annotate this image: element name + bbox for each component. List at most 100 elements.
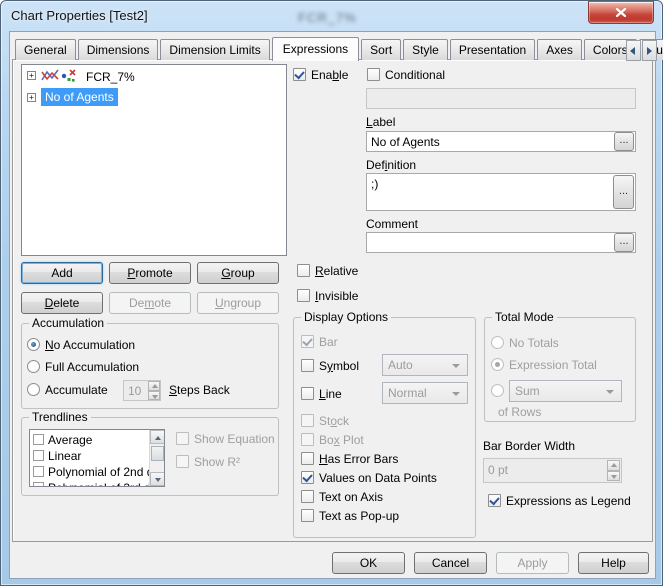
- tab-style[interactable]: Style: [403, 39, 448, 60]
- text-on-axis-checkbox[interactable]: [301, 490, 314, 503]
- spin-down-icon[interactable]: [148, 390, 160, 400]
- chart-properties-dialog: Chart Properties [Test2] FCR_7% General …: [0, 0, 663, 586]
- box-plot-label: Box Plot: [319, 433, 364, 447]
- close-button[interactable]: [588, 1, 654, 24]
- function-total-radio: [491, 384, 504, 397]
- no-totals-radio: [491, 336, 504, 349]
- expressions-as-legend-checkbox[interactable]: [488, 494, 501, 507]
- label-browse-button[interactable]: ...: [614, 132, 634, 151]
- chevron-right-icon: [647, 47, 652, 55]
- trendline-item[interactable]: Polynomial of 3rd d: [48, 481, 163, 486]
- no-accumulation-label: No Accumulation: [45, 338, 136, 352]
- text-as-popup-checkbox[interactable]: [301, 509, 314, 522]
- has-error-bars-checkbox[interactable]: [301, 452, 314, 465]
- tab-axes[interactable]: Axes: [537, 39, 582, 60]
- trendlines-scrollbar[interactable]: [149, 430, 164, 486]
- trendline-item[interactable]: Polynomial of 2nd d: [48, 465, 163, 479]
- tree-item-no-of-agents[interactable]: No of Agents: [41, 88, 118, 106]
- line-style-dropdown: Normal: [382, 382, 468, 404]
- demote-button: Demote: [109, 292, 191, 314]
- show-r2-label: Show R²: [194, 455, 241, 469]
- spin-up-icon: [607, 460, 620, 471]
- full-accumulation-radio[interactable]: [27, 360, 40, 373]
- accumulate-radio[interactable]: [27, 383, 40, 396]
- tab-dimensions[interactable]: Dimensions: [77, 39, 159, 60]
- spin-down-icon: [607, 470, 620, 481]
- box-plot-checkbox: [301, 433, 314, 446]
- tree-item-fcr7[interactable]: FCR_7%: [86, 70, 135, 84]
- group-button[interactable]: Group: [197, 262, 279, 284]
- values-on-data-points-label: Values on Data Points: [319, 471, 437, 485]
- symbol-style-dropdown: Auto: [382, 354, 468, 376]
- add-button[interactable]: Add: [21, 262, 103, 284]
- invisible-label: Invisible: [315, 289, 359, 303]
- bar-border-width-stepper: 0 pt: [483, 458, 622, 483]
- polynomial2-checkbox[interactable]: [33, 466, 44, 477]
- symbol-checkbox[interactable]: [301, 359, 314, 372]
- ungroup-button: Ungroup: [197, 292, 279, 314]
- close-icon: [615, 6, 627, 20]
- help-button[interactable]: Help: [578, 552, 649, 574]
- comment-caption: Comment: [366, 217, 419, 231]
- average-checkbox[interactable]: [33, 434, 44, 445]
- label-caption: Label: [366, 115, 396, 129]
- tab-scroll-right-button[interactable]: [642, 40, 657, 61]
- relative-checkbox[interactable]: [297, 264, 310, 277]
- line-checkbox[interactable]: [301, 387, 314, 400]
- delete-button[interactable]: Delete: [21, 292, 103, 314]
- arrow-down-icon: [155, 478, 161, 482]
- comment-browse-button[interactable]: ...: [614, 233, 634, 252]
- trendlines-list[interactable]: Average Linear Polynomial of 2nd d Polyn…: [29, 429, 165, 487]
- steps-back-label: Steps Back: [169, 383, 230, 397]
- line-chart-icon: [41, 68, 59, 85]
- symbol-label: Symbol: [319, 359, 360, 373]
- tab-general[interactable]: General: [15, 39, 76, 60]
- trendline-item[interactable]: Average: [48, 433, 163, 447]
- invisible-checkbox[interactable]: [297, 289, 310, 302]
- tab-dimension-limits[interactable]: Dimension Limits: [160, 39, 270, 60]
- scroll-up-button[interactable]: [150, 430, 164, 444]
- total-function-dropdown: Sum: [509, 380, 622, 402]
- arrow-up-icon: [155, 436, 161, 440]
- spin-up-icon[interactable]: [148, 381, 160, 391]
- conditional-checkbox[interactable]: [367, 68, 380, 81]
- conditional-label: Conditional: [385, 68, 446, 82]
- bar-label: Bar: [319, 335, 338, 349]
- display-options-title: Display Options: [301, 311, 392, 324]
- cancel-button[interactable]: Cancel: [414, 552, 487, 574]
- expressions-as-legend-label: Expressions as Legend: [506, 494, 631, 508]
- promote-button[interactable]: Promote: [109, 262, 191, 284]
- comment-input[interactable]: [366, 232, 636, 253]
- tab-presentation[interactable]: Presentation: [449, 39, 536, 60]
- values-on-data-points-checkbox[interactable]: [301, 471, 314, 484]
- polynomial3-checkbox[interactable]: [33, 482, 44, 486]
- enable-checkbox[interactable]: [293, 68, 306, 81]
- no-accumulation-radio[interactable]: [27, 338, 40, 351]
- scroll-down-button[interactable]: [150, 472, 164, 486]
- apply-button: Apply: [496, 552, 569, 574]
- expand-icon[interactable]: +: [27, 93, 36, 102]
- bar-checkbox: [301, 335, 314, 348]
- expand-icon[interactable]: +: [27, 71, 36, 80]
- definition-browse-button[interactable]: ...: [613, 175, 634, 209]
- ok-button[interactable]: OK: [332, 552, 405, 574]
- line-label: Line: [319, 387, 342, 401]
- text-as-popup-label: Text as Pop-up: [319, 509, 400, 523]
- linear-checkbox[interactable]: [33, 450, 44, 461]
- tab-scroll-left-button[interactable]: [626, 40, 641, 61]
- total-mode-title: Total Mode: [492, 311, 557, 324]
- tab-sort[interactable]: Sort: [361, 39, 402, 60]
- tab-expressions[interactable]: Expressions: [271, 37, 360, 61]
- trendlines-title: Trendlines: [29, 411, 91, 424]
- label-input[interactable]: No of Agents: [366, 131, 636, 152]
- expression-tree[interactable]: + FCR_7% + No of Agents: [21, 64, 287, 256]
- bar-border-spin-buttons: [607, 460, 620, 481]
- no-totals-label: No Totals: [509, 336, 559, 350]
- definition-input[interactable]: ;): [366, 173, 636, 211]
- bar-border-width-label: Bar Border Width: [483, 439, 576, 453]
- tab-scroller: [626, 40, 657, 61]
- scatter-symbol-icon: [61, 69, 76, 85]
- steps-back-spin-buttons: [148, 381, 160, 400]
- trendline-item[interactable]: Linear: [48, 449, 163, 463]
- scrollbar-thumb[interactable]: [151, 446, 164, 461]
